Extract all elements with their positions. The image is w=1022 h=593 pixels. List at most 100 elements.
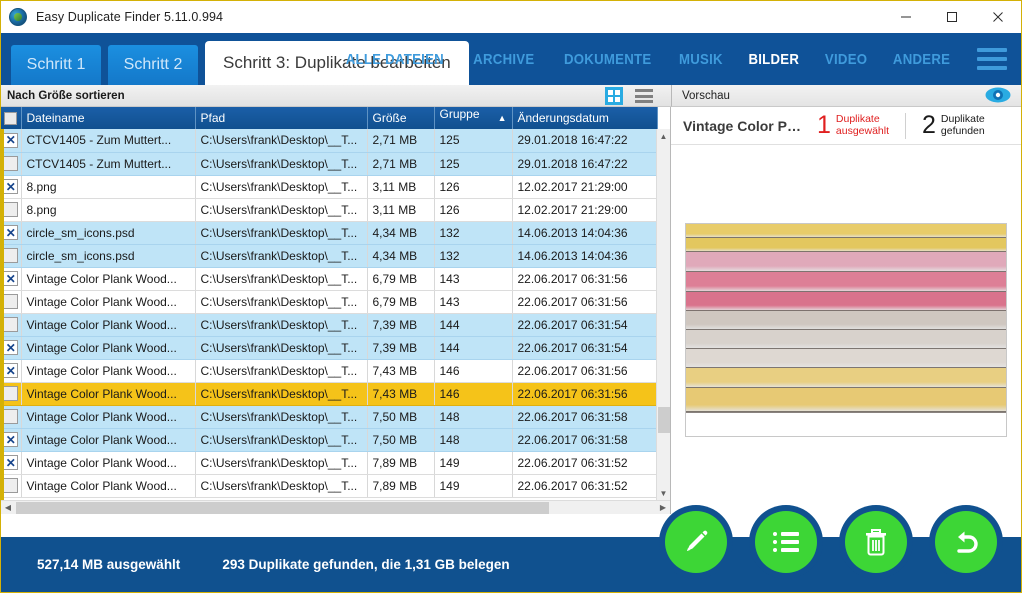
duplicates-table: Dateiname Pfad Größe Gruppe▲ Änderungsda… [1, 107, 658, 498]
row-checkbox-cell[interactable] [1, 405, 21, 428]
maximize-button[interactable] [929, 1, 975, 33]
cell-groesse: 6,79 MB [367, 267, 434, 290]
nav-link-archive[interactable]: ARCHIVE [473, 51, 534, 68]
table-row[interactable]: Vintage Color Plank Wood...C:\Users\fran… [1, 428, 657, 451]
column-header-groesse[interactable]: Größe [367, 107, 434, 129]
row-checkbox-cell[interactable] [1, 244, 21, 267]
list-button[interactable] [749, 505, 823, 579]
row-checkbox-cell[interactable] [1, 382, 21, 405]
row-checkbox-checked[interactable] [3, 179, 18, 194]
row-checkbox-checked[interactable] [3, 225, 18, 240]
cell-aenderungsdatum: 22.06.2017 06:31:54 [512, 336, 657, 359]
edit-button[interactable] [659, 505, 733, 579]
row-checkbox-unchecked[interactable] [3, 409, 18, 424]
scroll-up-arrow-icon[interactable]: ▲ [657, 129, 670, 143]
cell-pfad: C:\Users\frank\Desktop\__T... [195, 336, 367, 359]
column-header-pfad[interactable]: Pfad [195, 107, 367, 129]
horizontal-scroll-thumb[interactable] [16, 502, 549, 514]
table-row[interactable]: 8.pngC:\Users\frank\Desktop\__T...3,11 M… [1, 198, 657, 221]
row-checkbox-cell[interactable] [1, 221, 21, 244]
row-checkbox-cell[interactable] [1, 451, 21, 474]
row-checkbox-cell[interactable] [1, 474, 21, 497]
table-row[interactable]: Vintage Color Plank Wood...C:\Users\fran… [1, 474, 657, 497]
row-checkbox-unchecked[interactable] [3, 248, 18, 263]
delete-button[interactable] [839, 505, 913, 579]
list-icon [773, 532, 799, 552]
minimize-button[interactable] [883, 1, 929, 33]
cell-gruppe: 144 [434, 336, 512, 359]
cell-aenderungsdatum: 22.06.2017 06:31:52 [512, 451, 657, 474]
table-row[interactable]: Vintage Color Plank Wood...C:\Users\fran… [1, 267, 657, 290]
row-checkbox-checked[interactable] [3, 363, 18, 378]
table-row[interactable]: CTCV1405 - Zum Muttert...C:\Users\frank\… [1, 129, 657, 152]
table-row[interactable]: circle_sm_icons.psdC:\Users\frank\Deskto… [1, 221, 657, 244]
row-checkbox-unchecked[interactable] [3, 386, 18, 401]
cell-groesse: 7,39 MB [367, 313, 434, 336]
scroll-left-arrow-icon[interactable]: ◀ [1, 501, 15, 515]
table-row[interactable]: Vintage Color Plank Wood...C:\Users\fran… [1, 382, 657, 405]
nav-link-video[interactable]: VIDEO [825, 51, 867, 68]
row-checkbox-cell[interactable] [1, 336, 21, 359]
table-row[interactable]: Vintage Color Plank Wood...C:\Users\fran… [1, 405, 657, 428]
hamburger-menu-icon[interactable] [977, 48, 1007, 70]
row-checkbox-cell[interactable] [1, 129, 21, 152]
cell-pfad: C:\Users\frank\Desktop\__T... [195, 129, 367, 152]
nav-link-dokumente[interactable]: DOKUMENTE [564, 51, 651, 68]
table-row[interactable]: Vintage Color Plank Wood...C:\Users\fran… [1, 290, 657, 313]
list-view-icon[interactable] [635, 89, 653, 103]
row-checkbox-unchecked[interactable] [3, 156, 18, 171]
row-checkbox-checked[interactable] [3, 340, 18, 355]
row-checkbox-cell[interactable] [1, 428, 21, 451]
tab-step-2[interactable]: Schritt 2 [108, 45, 198, 85]
undo-button[interactable] [929, 505, 1003, 579]
table-row[interactable]: Vintage Color Plank Wood...C:\Users\fran… [1, 336, 657, 359]
column-header-select-all[interactable] [1, 107, 21, 129]
row-checkbox-unchecked[interactable] [3, 478, 18, 493]
cell-aenderungsdatum: 22.06.2017 06:31:58 [512, 405, 657, 428]
cell-aenderungsdatum: 22.06.2017 06:31:56 [512, 382, 657, 405]
table-row[interactable]: circle_sm_icons.psdC:\Users\frank\Deskto… [1, 244, 657, 267]
vertical-scrollbar[interactable]: ▲ ▼ [656, 129, 670, 500]
table-row[interactable]: 8.pngC:\Users\frank\Desktop\__T...3,11 M… [1, 175, 657, 198]
column-header-gruppe-label: Gruppe [440, 107, 480, 121]
vertical-scroll-thumb[interactable] [658, 407, 670, 433]
table-row[interactable]: Vintage Color Plank Wood...C:\Users\fran… [1, 451, 657, 474]
column-header-gruppe[interactable]: Gruppe▲ [434, 107, 512, 129]
grid-view-icon[interactable] [605, 87, 623, 105]
nav-link-musik[interactable]: MUSIK [679, 51, 723, 68]
row-checkbox-unchecked[interactable] [3, 317, 18, 332]
row-checkbox-cell[interactable] [1, 359, 21, 382]
row-checkbox-checked[interactable] [3, 432, 18, 447]
row-checkbox-cell[interactable] [1, 267, 21, 290]
nav-link-andere[interactable]: ANDERE [893, 51, 950, 68]
row-checkbox-checked[interactable] [3, 271, 18, 286]
preview-image-plank [686, 388, 1006, 412]
row-checkbox-unchecked[interactable] [3, 294, 18, 309]
nav-link-bilder[interactable]: BILDER [748, 51, 799, 68]
cell-aenderungsdatum: 22.06.2017 06:31:58 [512, 428, 657, 451]
column-header-aenderungsdatum[interactable]: Änderungsdatum [512, 107, 657, 129]
row-checkbox-cell[interactable] [1, 290, 21, 313]
cell-gruppe: 148 [434, 405, 512, 428]
nav-link-alle-dateien[interactable]: ALLE DATEIEN [345, 51, 443, 68]
table-row[interactable]: Vintage Color Plank Wood...C:\Users\fran… [1, 359, 657, 382]
scroll-down-arrow-icon[interactable]: ▼ [657, 486, 670, 500]
horizontal-scrollbar[interactable]: ◀ ▶ [1, 500, 670, 514]
table-row[interactable]: Vintage Color Plank Wood...C:\Users\fran… [1, 313, 657, 336]
row-checkbox-checked[interactable] [3, 455, 18, 470]
row-checkbox-checked[interactable] [3, 133, 18, 148]
row-checkbox-cell[interactable] [1, 175, 21, 198]
tab-step-1[interactable]: Schritt 1 [11, 45, 101, 85]
pencil-icon [681, 527, 711, 557]
preview-image[interactable] [685, 223, 1007, 437]
column-header-dateiname[interactable]: Dateiname [21, 107, 195, 129]
row-checkbox-cell[interactable] [1, 152, 21, 175]
select-all-checkbox[interactable] [4, 112, 17, 125]
close-button[interactable] [975, 1, 1021, 33]
table-row[interactable]: CTCV1405 - Zum Muttert...C:\Users\frank\… [1, 152, 657, 175]
eye-icon[interactable] [985, 87, 1011, 108]
row-checkbox-unchecked[interactable] [3, 202, 18, 217]
preview-header-divider [905, 113, 906, 139]
row-checkbox-cell[interactable] [1, 198, 21, 221]
row-checkbox-cell[interactable] [1, 313, 21, 336]
